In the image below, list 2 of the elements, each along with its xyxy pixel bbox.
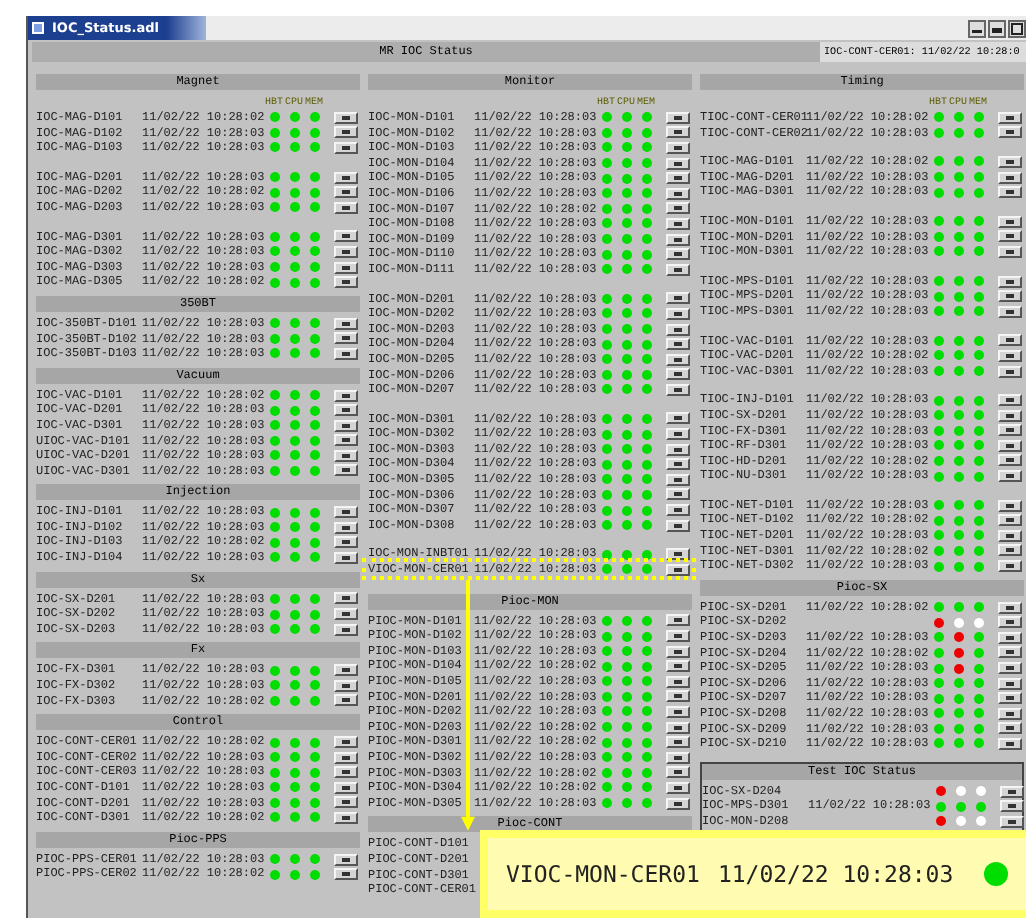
- ioc-name: VIOC-MON-CER01: [506, 860, 700, 888]
- timestamp: 11/02/22 10:28:03: [717, 860, 954, 888]
